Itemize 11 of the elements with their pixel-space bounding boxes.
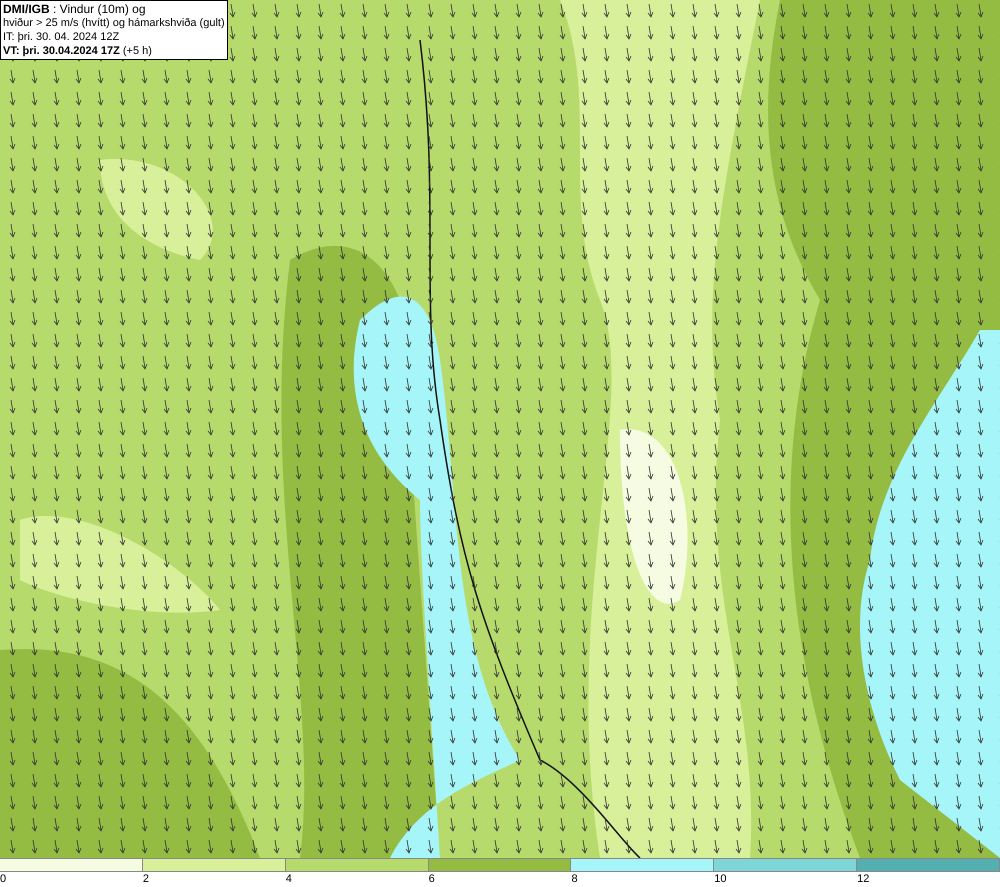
initial-time: IT: þri. 30. 04. 2024 12Z — [3, 30, 120, 44]
legend-tick-label: 0 — [0, 873, 6, 885]
legend-tick-label: 10 — [714, 873, 727, 885]
legend-tick-label: 4 — [286, 873, 292, 885]
legend-tick-label: 6 — [428, 873, 435, 885]
info-title: DMI/IGB : Vindur (10m) og — [3, 2, 146, 16]
legend-tick-label: 12 — [857, 873, 870, 885]
legend-tick-label: 8 — [571, 873, 578, 885]
legend-tick-label: 2 — [142, 873, 149, 885]
info-subtitle: hviður > 25 m/s (hvítt) og hámarkshviða (gult) — [3, 16, 225, 30]
valid-time: VT: þri. 30.04.2024 17Z (+5 h) — [3, 44, 153, 58]
